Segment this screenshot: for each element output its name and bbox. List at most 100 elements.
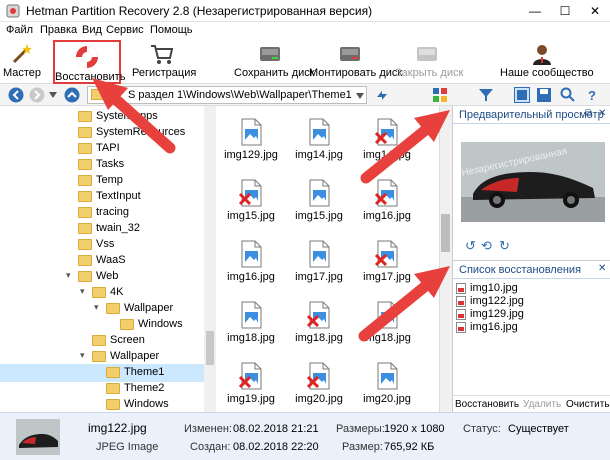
folder-icon [78,191,92,202]
file-item[interactable]: img16.jpg [357,175,417,235]
save-icon[interactable] [536,87,552,103]
restore-list-title: Список восстановления [459,264,582,276]
folder-icon [78,207,92,218]
pin-icon[interactable]: ⧉ [585,108,592,119]
mount-disk-button[interactable]: Монтировать диск [309,40,402,84]
search-icon[interactable] [560,87,576,103]
tree-expand-icon[interactable]: ▾ [80,286,85,297]
minimize-button[interactable]: — [520,0,550,22]
file-item[interactable]: img17.jpg [357,236,417,296]
maximize-button[interactable]: ☐ [550,0,580,22]
address-field[interactable]: S раздел 1\Windows\Web\Wallpaper\Theme1 [87,86,367,104]
file-item[interactable]: img15.jpg [221,175,281,235]
folder-icon [92,351,106,362]
restore-button[interactable]: Восстановить [53,40,125,84]
image-file-icon [241,240,262,268]
save-disk-button[interactable]: Сохранить диск [234,40,315,84]
restore-list-actions: Восстановить Удалить Очистить с [453,395,610,421]
lifebuoy-icon [76,46,98,68]
restore-list-item[interactable]: img129.jpg [456,308,606,321]
tree-expand-icon[interactable]: ▾ [94,302,99,313]
register-label: Регистрация [132,67,197,79]
status-modified-value: 08.02.2018 21:21 [233,423,319,435]
restore-list-close-icon[interactable]: ✕ [598,263,606,274]
wizard-button[interactable]: Мастер [2,40,42,84]
restore-list-delete-button[interactable]: Удалить [523,399,561,410]
refresh-icon[interactable] [375,88,389,102]
deleted-image-file-icon [239,362,262,390]
cart-icon [151,45,174,64]
restore-list-item-label: img129.jpg [470,308,524,320]
menu-edit[interactable]: Правка [40,24,77,36]
preview-close-icon[interactable]: ✕ [598,108,606,119]
tree-item[interactable]: Windows [0,396,204,412]
file-item[interactable]: img19.jpg [221,358,281,412]
tree-scroll-thumb[interactable] [206,331,214,365]
restore-list-item[interactable]: img16.jpg [456,321,606,334]
file-item[interactable]: img18.jpg [357,297,417,357]
file-item[interactable]: img18.jpg [289,297,349,357]
community-button[interactable]: Наше сообщество [500,40,594,84]
forward-icon[interactable] [29,87,45,103]
image-file-icon [456,309,466,320]
menu-view[interactable]: Вид [82,24,102,36]
file-scroll-thumb[interactable] [441,214,450,252]
tree-item-label: twain_32 [96,222,141,234]
folder-icon [78,127,92,138]
file-grid: img129.jpg img14.jpg img14.jpg img15.jpg img… [217,106,439,412]
tree-expand-icon[interactable]: ▾ [80,350,85,361]
rotate-right-icon[interactable]: ↻ [499,238,510,254]
magic-wand-icon [12,44,32,64]
tree-expand-icon[interactable]: ▾ [66,270,71,281]
image-file-icon [456,322,466,333]
file-name: img16.jpg [363,210,411,222]
close-disk-button[interactable]: Закрыть диск [395,40,463,84]
restore-list-restore-button[interactable]: Восстановить [455,399,519,410]
status-bar: img122.jpg JPEG Image Изменен: 08.02.201… [0,412,610,460]
tree-item-label: SystemResources [96,126,186,138]
folder-icon [78,223,92,234]
preview-toggle-icon[interactable] [514,87,530,103]
menu-file[interactable]: Файл [6,24,33,36]
tree-item-label: Theme2 [124,382,165,394]
status-state-value: Существует [508,423,569,435]
file-item[interactable]: img18.jpg [221,297,281,357]
tree-item-label: Wallpaper [124,302,174,314]
view-mode-icon[interactable] [432,87,448,103]
address-dropdown-icon[interactable] [356,93,364,99]
up-icon[interactable] [64,87,80,103]
file-item[interactable]: img16.jpg [221,236,281,296]
close-button[interactable]: ✕ [580,0,610,22]
file-name: img18.jpg [363,332,411,344]
file-item[interactable]: img20.jpg [357,358,417,412]
menu-bar: Файл Правка Вид Сервис Помощь [0,22,610,40]
restore-list-item[interactable]: img10.jpg [456,282,606,295]
file-item[interactable]: img20.jpg [289,358,349,412]
disk-close-icon [417,47,437,61]
menu-service[interactable]: Сервис [106,24,144,36]
rotate-left-icon[interactable]: ↺ [465,238,476,254]
file-item[interactable]: img129.jpg [221,114,281,174]
file-item[interactable]: img14.jpg [289,114,349,174]
file-item[interactable]: img17.jpg [289,236,349,296]
menu-help[interactable]: Помощь [150,24,193,36]
status-filetype: JPEG Image [96,441,159,453]
wizard-label: Мастер [2,67,42,79]
restore-list-item[interactable]: img122.jpg [456,295,606,308]
status-created-value: 08.02.2018 22:20 [233,441,319,453]
deleted-image-file-icon [375,118,398,146]
folder-icon [78,143,92,154]
file-item[interactable]: img14.jpg [357,114,417,174]
back-icon[interactable] [8,87,24,103]
tree-item-label: TAPI [96,142,120,154]
tree-item-label: SystemApps [96,110,158,122]
history-dropdown-icon[interactable] [49,92,57,98]
flip-icon[interactable]: ⟲ [481,238,492,254]
register-button[interactable]: Регистрация [132,40,197,84]
help-icon[interactable]: ? [584,87,600,103]
tree-scrollbar[interactable] [204,106,216,412]
filter-icon[interactable] [478,87,494,103]
disk-mount-icon [340,47,360,61]
file-item[interactable]: img15.jpg [289,175,349,235]
file-scrollbar[interactable] [439,106,452,412]
